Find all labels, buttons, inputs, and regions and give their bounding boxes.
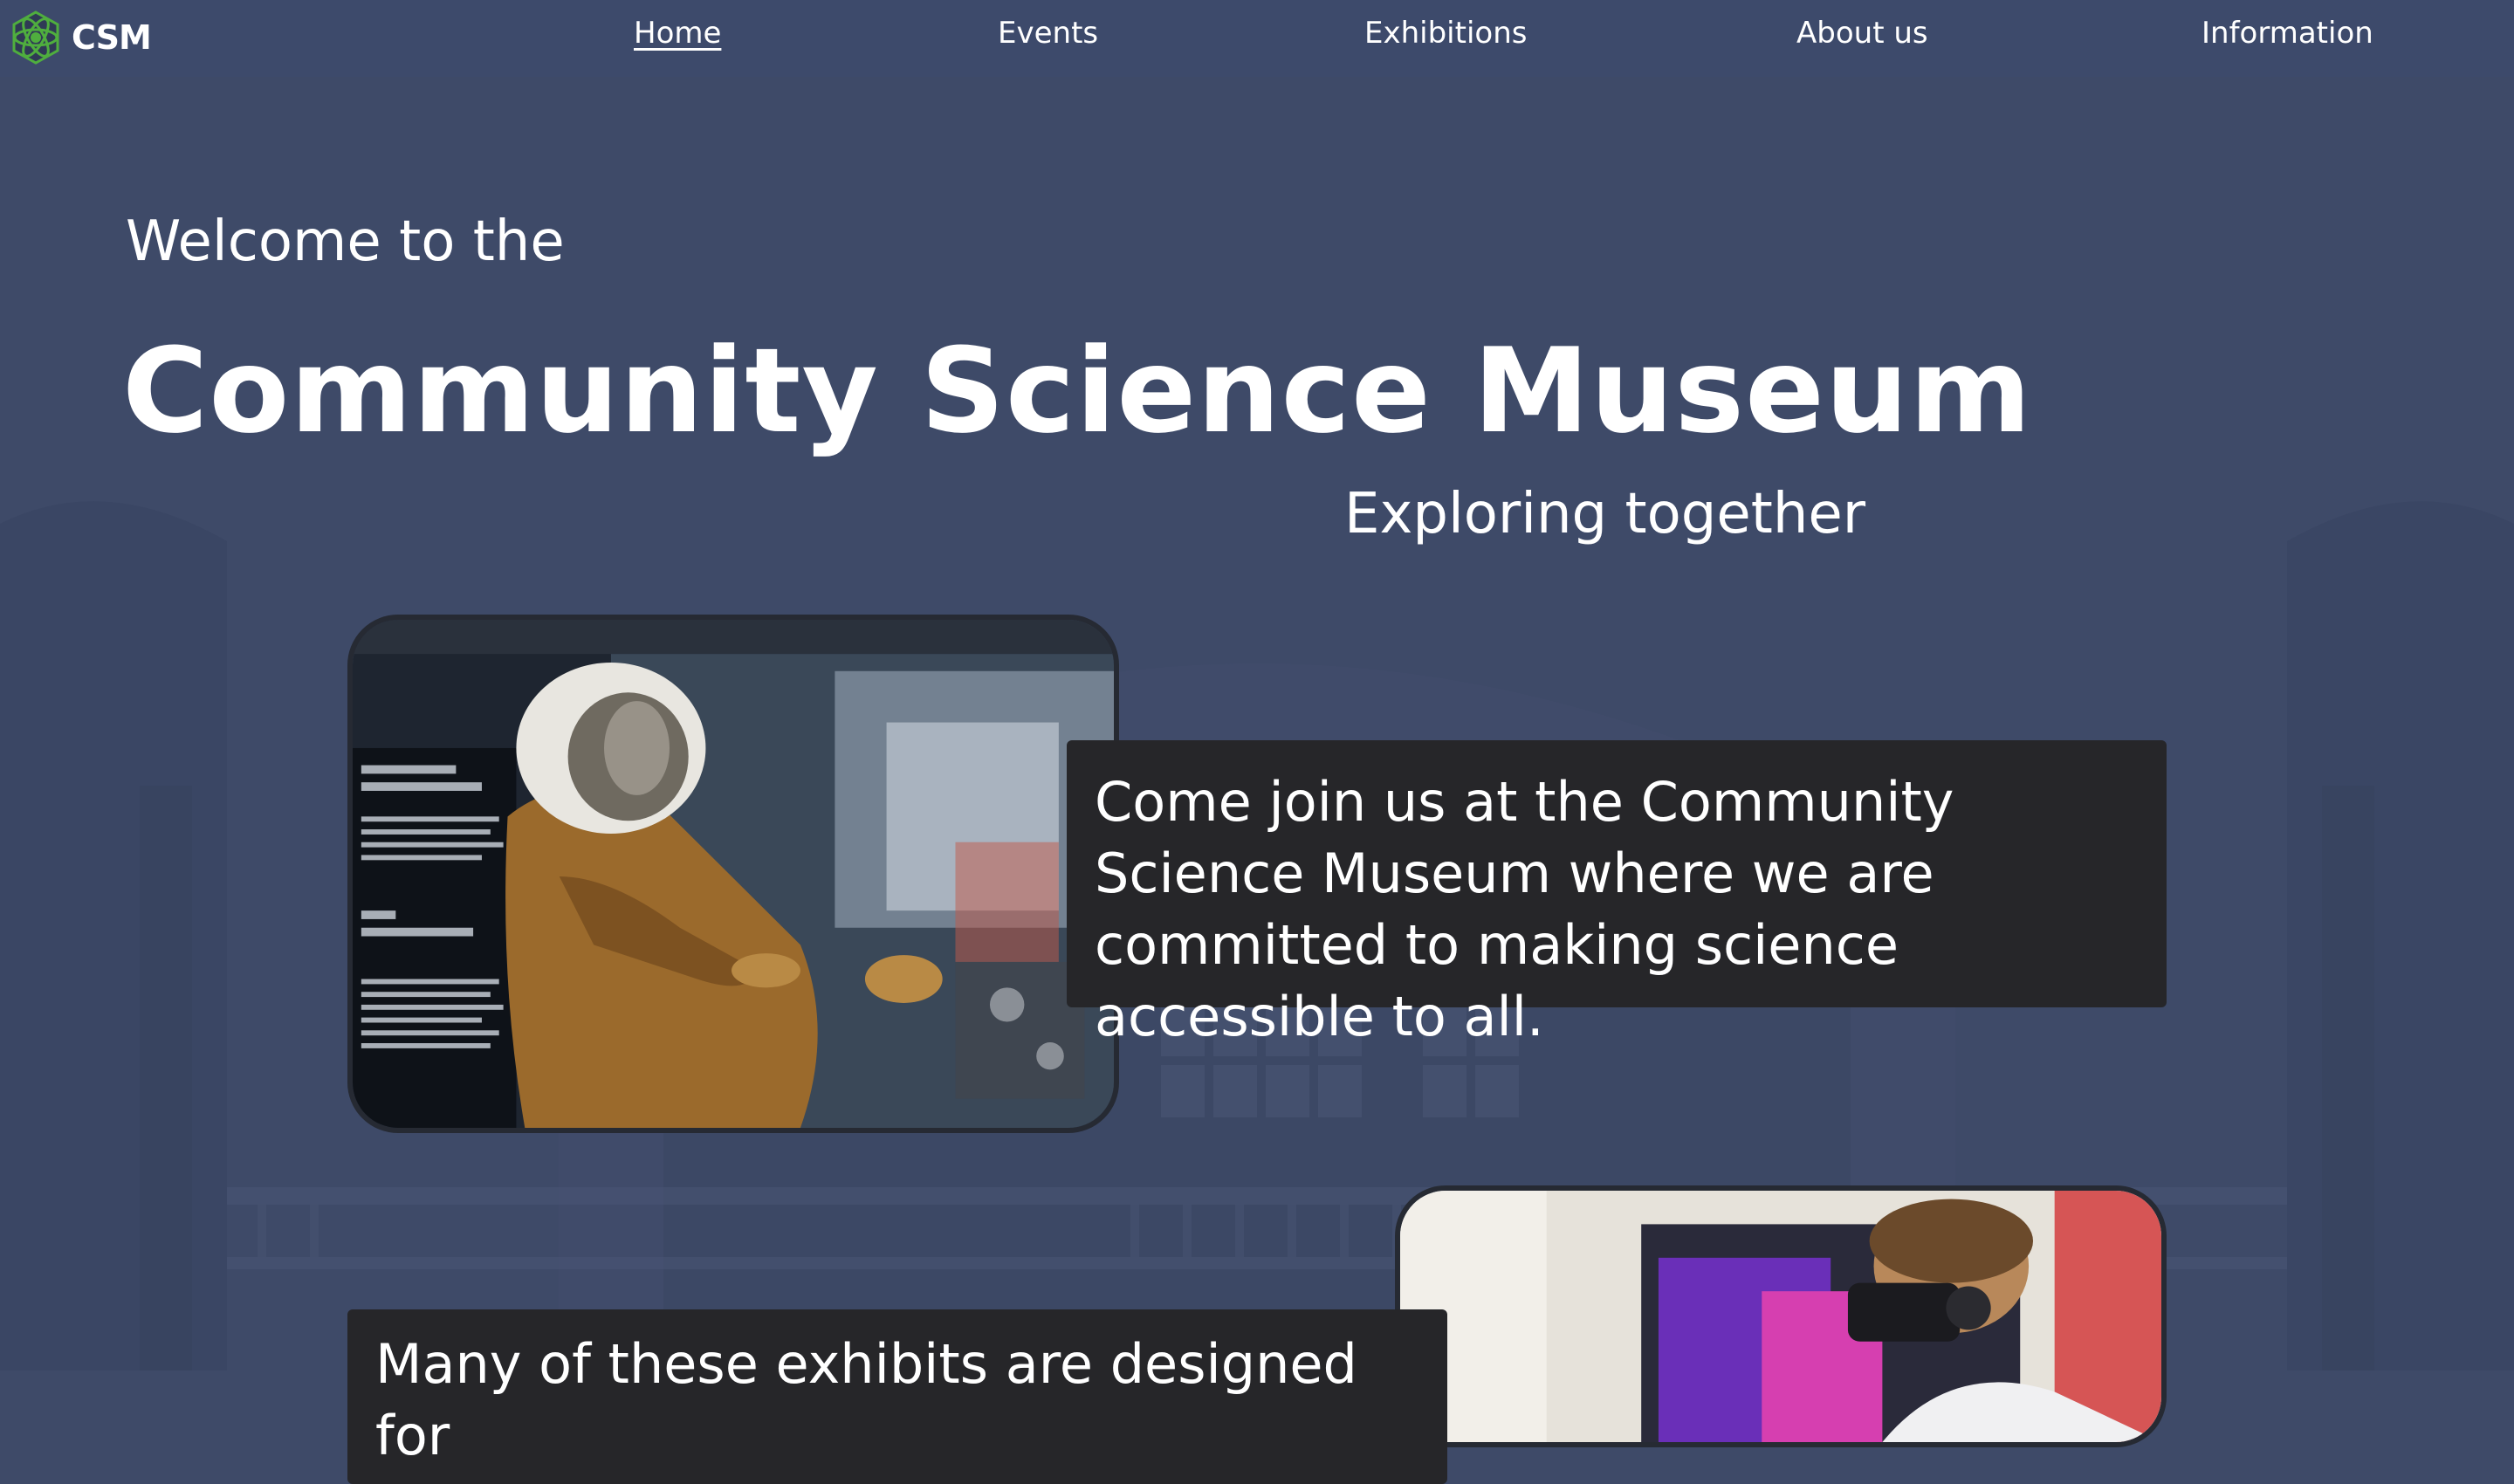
astronaut-exhibit-photo	[347, 615, 1119, 1133]
logo-text: CSM	[72, 18, 152, 57]
intro-caption-text: Come join us at the Community Science Mu…	[1095, 770, 1954, 1048]
nav-exhibitions-link[interactable]: Exhibitions	[1364, 16, 1527, 51]
hero-welcome-text: Welcome to the	[126, 210, 565, 274]
nav-events-link[interactable]: Events	[998, 16, 1098, 51]
exhibits-caption-text: Many of these exhibits are designed for	[375, 1332, 1357, 1467]
hero-tagline: Exploring together	[1344, 482, 1866, 546]
site-logo[interactable]: CSM	[7, 9, 152, 66]
intro-caption-box: Come join us at the Community Science Mu…	[1067, 740, 2167, 1048]
nav-information-link[interactable]: Information	[2201, 16, 2373, 51]
exhibits-caption-box: Many of these exhibits are designed for	[347, 1309, 1447, 1484]
atom-logo-icon	[12, 10, 59, 65]
page-title: Community Science Museum	[122, 323, 2032, 459]
nav-home-link[interactable]: Home	[634, 16, 721, 51]
vr-headset-visitor-photo	[1395, 1185, 2167, 1447]
nav-about-us-link[interactable]: About us	[1796, 16, 1928, 51]
top-navbar: CSM Home Events Exhibitions About us Inf…	[0, 0, 2514, 77]
